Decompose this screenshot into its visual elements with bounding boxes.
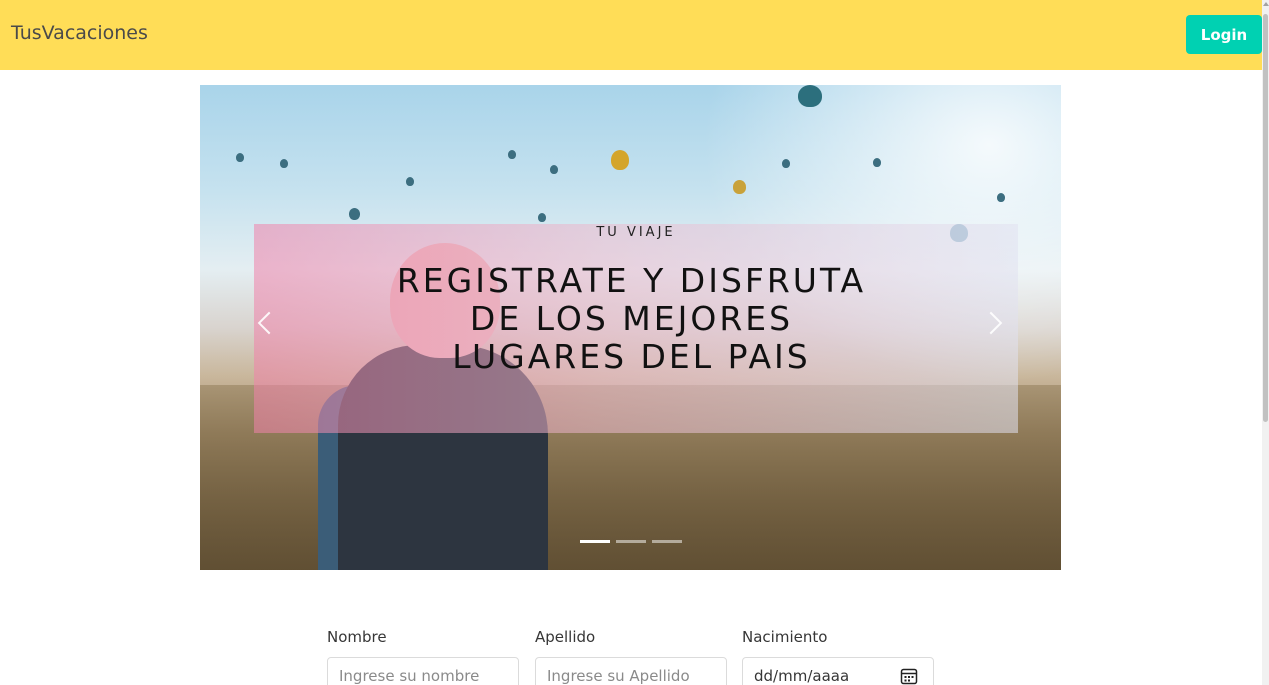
calendar-icon[interactable]: [900, 667, 918, 685]
carousel-indicators: [580, 540, 682, 543]
balloon-icon: [997, 193, 1005, 202]
balloon-icon: [798, 85, 822, 107]
scrollbar-thumb[interactable]: [1263, 14, 1268, 422]
scroll-up-arrow-icon[interactable]: [1263, 2, 1269, 6]
apellido-field: Apellido Ingrese su Apellido: [535, 628, 727, 685]
apellido-input[interactable]: Ingrese su Apellido: [535, 657, 727, 685]
carousel-caption: TU VIAJE REGISTRATE Y DISFRUTA DE LOS ME…: [254, 224, 1018, 433]
balloon-icon: [611, 150, 629, 170]
carousel-indicator-3[interactable]: [652, 540, 682, 543]
balloon-icon: [733, 180, 746, 194]
caption-kicker: TU VIAJE: [596, 225, 676, 240]
balloon-icon: [538, 213, 546, 222]
hero-carousel: TU VIAJE REGISTRATE Y DISFRUTA DE LOS ME…: [200, 85, 1061, 570]
nombre-field: Nombre Ingrese su nombre: [327, 628, 519, 685]
nombre-label: Nombre: [327, 628, 387, 646]
balloon-icon: [550, 165, 558, 174]
nacimiento-label: Nacimiento: [742, 628, 828, 646]
balloon-icon: [349, 208, 360, 220]
nombre-input[interactable]: Ingrese su nombre: [327, 657, 519, 685]
brand-logo[interactable]: TusVacaciones: [11, 22, 148, 44]
navbar: TusVacaciones Login: [0, 0, 1262, 70]
carousel-indicator-1[interactable]: [580, 540, 610, 543]
caption-title: REGISTRATE Y DISFRUTA DE LOS MEJORES LUG…: [396, 261, 867, 376]
page-scrollbar[interactable]: [1262, 0, 1269, 685]
balloon-icon: [873, 158, 881, 167]
balloon-icon: [236, 153, 244, 162]
balloon-icon: [508, 150, 516, 159]
balloon-icon: [280, 159, 288, 168]
nacimiento-value: dd/mm/aaaa: [754, 667, 850, 685]
balloon-icon: [782, 159, 790, 168]
carousel-indicator-2[interactable]: [616, 540, 646, 543]
login-button[interactable]: Login: [1186, 15, 1262, 54]
apellido-label: Apellido: [535, 628, 596, 646]
nacimiento-input[interactable]: dd/mm/aaaa: [742, 657, 934, 685]
nacimiento-field: Nacimiento dd/mm/aaaa: [742, 628, 934, 685]
balloon-icon: [406, 177, 414, 186]
